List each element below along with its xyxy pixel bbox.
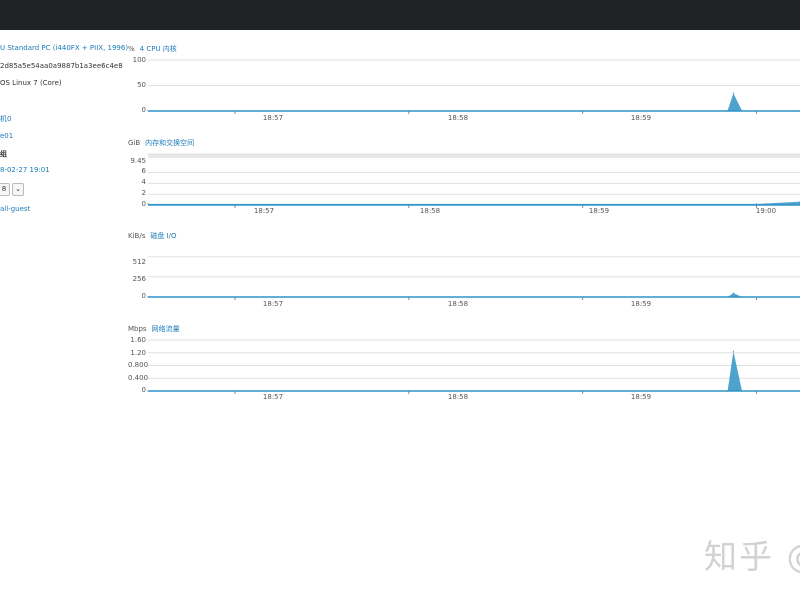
y-tick: 0.800 <box>128 361 149 369</box>
boot-control: 8 ⌄ <box>0 183 24 196</box>
data-point <box>732 92 735 94</box>
memory-unit: GiB <box>128 139 141 147</box>
data-point <box>732 292 735 294</box>
x-tick: 18:58 <box>447 114 469 122</box>
y-tick: 6 <box>141 167 146 175</box>
cpu-usage-chart <box>147 59 800 114</box>
timestamp-link[interactable]: 8-02-27 19:01 <box>0 166 50 174</box>
x-tick: 19:00 <box>755 207 777 215</box>
data-point <box>727 110 729 112</box>
cpu-chart-title: % 4 CPU 内核 <box>128 44 177 54</box>
y-tick: 1.20 <box>130 349 146 357</box>
chevron-down-icon[interactable]: ⌄ <box>12 183 24 196</box>
x-tick: 18:59 <box>630 300 652 308</box>
y-tick: 2 <box>141 189 146 197</box>
x-tick: 18:57 <box>262 393 284 401</box>
y-tick: 0.400 <box>128 374 149 382</box>
data-point <box>755 203 758 205</box>
boot-value-button[interactable]: 8 <box>0 183 10 196</box>
network-link[interactable]: all-guest <box>0 205 30 213</box>
memory-chart-title: GiB 内存和交换空间 <box>128 138 194 148</box>
data-point <box>147 110 149 112</box>
data-point <box>732 350 735 352</box>
x-tick: 18:57 <box>253 207 275 215</box>
network-chart-title: Mbps 网络流量 <box>128 324 180 334</box>
data-point <box>147 203 149 205</box>
y-tick: 50 <box>137 81 146 89</box>
network-unit: Mbps <box>128 325 147 333</box>
x-tick: 18:59 <box>630 114 652 122</box>
disk-chart-title: KiB/s 磁盘 I/O <box>128 231 177 241</box>
y-tick: 0 <box>141 106 146 114</box>
disk-unit: KiB/s <box>128 232 146 240</box>
zhihu-watermark: 知乎 @ <box>704 537 800 576</box>
y-tick: 256 <box>132 275 146 283</box>
data-point <box>741 390 743 392</box>
data-point <box>741 110 743 112</box>
y-tick: 4 <box>141 178 146 186</box>
performance-charts: % 4 CPU 内核 100 50 0 18:57 18:58 18:59 GiB… <box>128 30 800 600</box>
vm-uuid: 2d85a5e54aa0a9887b1a3ee6c4e8 <box>0 62 123 70</box>
data-point <box>727 390 729 392</box>
series-area <box>148 93 800 111</box>
group-label: 组 <box>0 150 7 158</box>
x-tick: 18:57 <box>262 114 284 122</box>
memory-usage-chart <box>147 153 800 208</box>
x-tick: 18:58 <box>447 300 469 308</box>
vm-overview-sidebar: U Standard PC (i440FX + PIIX, 1996) 2d85… <box>0 30 128 600</box>
x-tick: 18:59 <box>630 393 652 401</box>
cpu-title: 4 CPU 内核 <box>139 45 177 53</box>
y-tick: 9.45 <box>130 157 146 165</box>
y-tick: 0 <box>141 200 146 208</box>
memory-limit-band <box>148 154 800 159</box>
cpu-unit: % <box>128 45 135 53</box>
name-link[interactable]: e01 <box>0 132 13 140</box>
data-point <box>741 296 743 298</box>
data-point <box>727 296 729 298</box>
host-link[interactable]: 机0 <box>0 114 11 124</box>
x-tick: 18:58 <box>447 393 469 401</box>
top-navigation-bar <box>0 0 800 30</box>
disk-io-chart <box>147 256 800 300</box>
y-tick: 0 <box>141 386 146 394</box>
network-title: 网络流量 <box>151 325 180 333</box>
y-tick: 100 <box>132 56 146 64</box>
series-area <box>148 351 800 391</box>
memory-title: 内存和交换空间 <box>145 139 195 147</box>
x-tick: 18:58 <box>419 207 441 215</box>
machine-type-link[interactable]: U Standard PC (i440FX + PIIX, 1996) <box>0 44 128 52</box>
y-tick: 512 <box>132 258 146 266</box>
x-tick: 18:59 <box>588 207 610 215</box>
disk-title: 磁盘 I/O <box>150 232 177 240</box>
data-point <box>147 296 149 298</box>
network-traffic-chart <box>147 339 800 394</box>
x-tick: 18:57 <box>262 300 284 308</box>
operating-system: OS Linux 7 (Core) <box>0 79 62 87</box>
y-tick: 0 <box>141 292 146 300</box>
y-tick: 1.60 <box>130 336 146 344</box>
data-point <box>147 390 149 392</box>
